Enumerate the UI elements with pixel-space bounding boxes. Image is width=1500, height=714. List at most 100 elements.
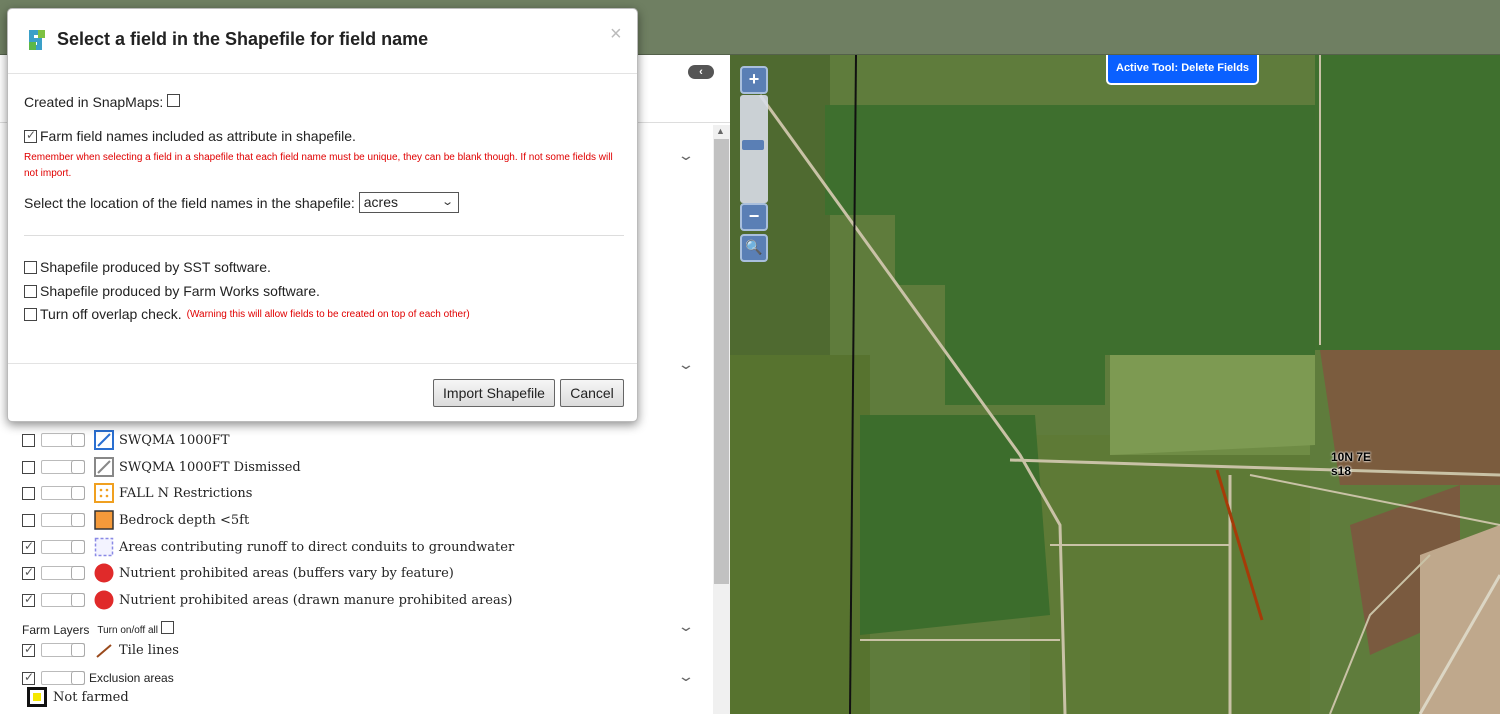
not-farmed-icon <box>27 687 47 707</box>
layer-checkbox[interactable] <box>22 460 35 474</box>
cancel-button[interactable]: Cancel <box>560 379 624 407</box>
slider-knob[interactable] <box>71 486 85 500</box>
collapse-panel-button[interactable]: ‹ <box>688 65 714 79</box>
farm-layers-header: Farm Layers Turn on/off all <box>22 620 174 637</box>
panel-scrollbar[interactable]: ▲ <box>713 125 730 714</box>
aerial-imagery <box>730 55 1500 714</box>
layer-row-bedrock: Bedrock depth <5ft <box>22 509 249 531</box>
layer-checkbox[interactable] <box>22 433 35 447</box>
layer-checkbox[interactable] <box>22 565 35 580</box>
field-location-select[interactable]: acres ⌄ <box>358 192 459 213</box>
layer-checkbox[interactable] <box>22 539 35 554</box>
layer-label: Nutrient prohibited areas (drawn manure … <box>119 592 513 608</box>
overlap-checkbox[interactable] <box>24 307 37 321</box>
layer-label: Nutrient prohibited areas (buffers vary … <box>119 565 454 581</box>
select-value: acres <box>363 194 398 210</box>
layer-row-tile-lines: Tile lines <box>22 639 179 661</box>
overlap-label: Turn off overlap check. <box>40 306 182 322</box>
sst-checkbox[interactable] <box>24 260 37 274</box>
close-icon[interactable]: × <box>610 23 622 46</box>
divider <box>24 235 624 236</box>
chevron-down-icon[interactable]: ⌄ <box>677 356 695 373</box>
dialog-title: Select a field in the Shapefile for fiel… <box>57 29 429 49</box>
slider-knob[interactable] <box>71 513 85 527</box>
created-in-snapmaps-row: Created in SnapMaps: <box>24 93 183 110</box>
township-label: 10N 7E s18 <box>1331 450 1371 478</box>
opacity-slider[interactable] <box>41 513 85 527</box>
opacity-slider[interactable] <box>41 671 85 685</box>
snapmaps-logo-icon <box>26 28 48 52</box>
runoff-legend-icon <box>94 537 114 557</box>
slider-knob[interactable] <box>71 540 85 554</box>
layer-row-runoff-areas: Areas contributing runoff to direct cond… <box>22 536 514 558</box>
layer-label: Exclusion areas <box>89 671 174 685</box>
layer-label: Bedrock depth <5ft <box>119 512 250 528</box>
opacity-slider[interactable] <box>41 433 85 447</box>
layer-checkbox[interactable] <box>22 642 35 657</box>
township-section-text: s18 <box>1331 464 1352 478</box>
farmworks-checkbox[interactable] <box>24 284 37 298</box>
created-in-snapmaps-label: Created in SnapMaps: <box>24 94 164 110</box>
zoom-in-button[interactable]: + <box>740 66 768 94</box>
zoom-search-icon[interactable]: 🔍 <box>740 234 768 262</box>
scroll-up-arrow-icon[interactable]: ▲ <box>716 126 725 136</box>
scroll-thumb[interactable] <box>714 139 729 584</box>
slider-knob[interactable] <box>71 643 85 657</box>
created-in-snapmaps-checkbox[interactable] <box>167 93 181 107</box>
farmworks-label: Shapefile produced by Farm Works softwar… <box>40 283 320 299</box>
farm-field-names-label: Farm field names included as attribute i… <box>40 128 356 144</box>
fall-n-legend-icon <box>94 483 114 503</box>
layer-row-nutrient-drawn: Nutrient prohibited areas (drawn manure … <box>22 589 512 611</box>
import-shapefile-button[interactable]: Import Shapefile <box>433 379 555 407</box>
layer-label: SWQMA 1000FT <box>119 432 230 448</box>
opacity-slider[interactable] <box>41 486 85 500</box>
layer-row-swqma-dismissed: SWQMA 1000FT Dismissed <box>22 456 301 478</box>
dialog-header: Select a field in the Shapefile for fiel… <box>8 9 637 74</box>
dialog-footer-divider <box>8 363 637 364</box>
slider-knob[interactable] <box>71 566 85 580</box>
slider-knob[interactable] <box>71 433 85 447</box>
tile-line-icon <box>94 640 114 660</box>
layer-checkbox[interactable] <box>22 486 35 500</box>
swqma-dismissed-legend-icon <box>94 457 114 477</box>
layer-label: FALL N Restrictions <box>119 485 253 501</box>
zoom-slider-thumb[interactable] <box>742 140 764 150</box>
layer-checkbox[interactable] <box>22 670 35 685</box>
slider-knob[interactable] <box>71 460 85 474</box>
legend-not-farmed: Not farmed <box>27 686 129 708</box>
sst-label: Shapefile produced by SST software. <box>40 259 271 275</box>
layer-checkbox[interactable] <box>22 592 35 607</box>
chevron-down-icon[interactable]: ⌄ <box>677 668 695 685</box>
farmworks-row: Shapefile produced by Farm Works softwar… <box>24 283 320 299</box>
unique-names-warning: Remember when selecting a field in a sha… <box>24 152 613 179</box>
layer-checkbox[interactable] <box>22 513 35 527</box>
bedrock-legend-icon <box>94 510 114 530</box>
legend-label: Not farmed <box>53 689 129 705</box>
layer-row-swqma: SWQMA 1000FT <box>22 429 230 451</box>
sst-row: Shapefile produced by SST software. <box>24 259 271 275</box>
slider-knob[interactable] <box>71 593 85 607</box>
layer-label: Tile lines <box>119 642 179 658</box>
zoom-out-button[interactable]: − <box>740 203 768 231</box>
chevron-down-icon[interactable]: ⌄ <box>677 147 695 164</box>
field-location-label: Select the location of the field names i… <box>24 194 355 211</box>
chevron-down-icon[interactable]: ⌄ <box>677 618 695 635</box>
toggle-all-checkbox[interactable] <box>160 620 174 634</box>
opacity-slider[interactable] <box>41 643 85 657</box>
red-circle-icon <box>94 563 114 583</box>
layer-row-fall-n: FALL N Restrictions <box>22 482 252 504</box>
farm-layers-title: Farm Layers <box>22 623 90 637</box>
red-circle-icon <box>94 590 114 610</box>
aerial-map[interactable] <box>730 55 1500 714</box>
farm-field-names-row: Farm field names included as attribute i… <box>24 128 356 144</box>
slider-knob[interactable] <box>71 671 85 685</box>
opacity-slider[interactable] <box>41 566 85 580</box>
opacity-slider[interactable] <box>41 460 85 474</box>
farm-field-names-checkbox[interactable] <box>24 128 37 143</box>
field-location-row: Select the location of the field names i… <box>24 192 459 213</box>
opacity-slider[interactable] <box>41 540 85 554</box>
opacity-slider[interactable] <box>41 593 85 607</box>
toggle-all-label: Turn on/off all <box>97 624 158 636</box>
layer-row-nutrient-buffers: Nutrient prohibited areas (buffers vary … <box>22 562 454 584</box>
swqma-legend-icon <box>94 430 114 450</box>
